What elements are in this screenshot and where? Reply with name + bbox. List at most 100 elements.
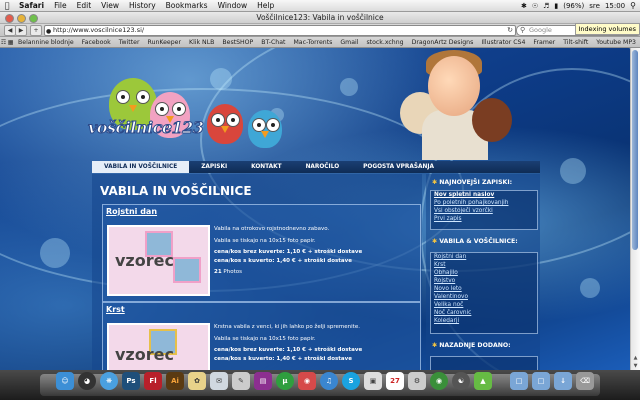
card-thumbnail[interactable]: vzorec: [107, 225, 210, 296]
bookmark-item[interactable]: stock.xchng: [362, 39, 407, 46]
sidebar-link[interactable]: Rojstvo: [431, 277, 537, 285]
clock-day[interactable]: sre: [589, 2, 600, 10]
sidebar-link[interactable]: Po poletnih pohajkovanjih: [431, 199, 537, 207]
calendar-icon[interactable]: 27: [386, 372, 404, 390]
bookmark-item[interactable]: RunKeeper: [144, 39, 186, 46]
tab-pogosta-vprasanja[interactable]: POGOSTA VPRAŠANJA: [351, 161, 446, 173]
bookmark-item[interactable]: Youtube MP3: [592, 39, 640, 46]
photoshop-icon[interactable]: Ps: [122, 372, 140, 390]
sidebar-link[interactable]: Vsi obstoječi vzorčki: [431, 207, 537, 215]
flash-icon[interactable]: Fl: [144, 372, 162, 390]
tab-narocilo[interactable]: NAROČILO: [294, 161, 352, 173]
app-icon[interactable]: ▲: [474, 372, 492, 390]
illustrator-icon[interactable]: Ai: [166, 372, 184, 390]
bluetooth-icon[interactable]: ✱: [521, 2, 527, 10]
utorrent-icon[interactable]: µ: [276, 372, 294, 390]
bookmark-item[interactable]: DragonArtz Designs: [408, 39, 478, 46]
folder-icon[interactable]: □: [510, 372, 528, 390]
menu-bookmarks[interactable]: Bookmarks: [161, 1, 213, 10]
header-photo: [400, 48, 514, 160]
sidebar-link[interactable]: Prvi zapis: [431, 215, 537, 223]
photos-icon[interactable]: ✿: [188, 372, 206, 390]
card-title-link[interactable]: Rojstni dan: [106, 207, 157, 216]
bookmark-item[interactable]: Tilt-shift: [559, 39, 592, 46]
sidebar-link[interactable]: Koledarji: [431, 317, 537, 325]
browser-toolbar: ◀ ▶ + ● http://www.voscilnice123.si/ ↻ ⚲…: [0, 24, 640, 37]
safari-icon[interactable]: ❋: [100, 372, 118, 390]
app-icon[interactable]: ◉: [430, 372, 448, 390]
tool-icon[interactable]: ✎: [232, 372, 250, 390]
forward-button[interactable]: ▶: [15, 25, 27, 36]
sidebar-link[interactable]: Obhajilo: [431, 269, 537, 277]
menu-view[interactable]: View: [96, 1, 124, 10]
top-sites-icon[interactable]: ▦: [7, 39, 14, 46]
app-icon[interactable]: ◉: [298, 372, 316, 390]
volume-icon[interactable]: ♬: [543, 2, 549, 10]
trash-icon[interactable]: ⌫: [576, 372, 594, 390]
page-scrollbar[interactable]: ▲ ▼: [630, 48, 640, 370]
apple-icon[interactable]: : [0, 1, 14, 10]
menu-file[interactable]: File: [49, 1, 72, 10]
menu-history[interactable]: History: [124, 1, 161, 10]
bookmark-item[interactable]: Mac-Torrents: [289, 39, 336, 46]
window-titlebar: Voščilnice123: Vabila in voščilnice Inde…: [0, 12, 640, 35]
sidebar-link[interactable]: Rojstni dan: [431, 253, 537, 261]
tab-kontakt[interactable]: KONTAKT: [239, 161, 293, 173]
bokeh-light: [40, 238, 70, 268]
tab-vabila[interactable]: VABILA IN VOŠČILNICE: [92, 161, 190, 173]
bookmark-item[interactable]: Gmail: [336, 39, 362, 46]
star-icon: ✱: [432, 342, 438, 349]
battery-icon[interactable]: ▮: [554, 2, 558, 10]
bookmark-item[interactable]: BestSHOP: [218, 39, 257, 46]
address-bar[interactable]: ● http://www.voscilnice123.si/ ↻: [44, 25, 516, 36]
spotlight-icon[interactable]: ⚲: [630, 1, 636, 10]
scrollbar-thumb[interactable]: [632, 50, 638, 250]
app-icon[interactable]: ⚙: [408, 372, 426, 390]
battery-percent: (96%): [563, 1, 585, 10]
reload-icon[interactable]: ↻: [507, 26, 513, 35]
bookmark-item[interactable]: Facebook: [78, 39, 115, 46]
finder-icon[interactable]: ☺: [56, 372, 74, 390]
bokeh-light: [210, 68, 232, 90]
sample-watermark: vzorec: [115, 345, 174, 364]
menu-help[interactable]: Help: [252, 1, 279, 10]
price-line: cena/kos s kuverto: 1,40 € + stroški dos…: [214, 257, 352, 264]
wifi-icon[interactable]: ☉: [532, 2, 538, 10]
folder-icon[interactable]: □: [532, 372, 550, 390]
tab-zapiski[interactable]: ZAPISKI: [189, 161, 239, 173]
site-logo-text[interactable]: voščilnice123: [87, 118, 204, 138]
price-line: cena/kos s kuverto: 1,40 € + stroški dos…: [214, 355, 352, 362]
sidebar-link[interactable]: Nov spletni naslov: [431, 191, 537, 199]
bookmark-item[interactable]: BT-Chat: [257, 39, 289, 46]
bookmark-item[interactable]: Illustrator CS4: [477, 39, 529, 46]
card-title-link[interactable]: Krst: [106, 305, 125, 314]
card-thumbnail[interactable]: vzorec: [107, 323, 210, 377]
scroll-arrows[interactable]: ▲ ▼: [631, 354, 640, 370]
downloads-icon[interactable]: ↓: [554, 372, 572, 390]
menu-window[interactable]: Window: [213, 1, 253, 10]
preview-icon[interactable]: ▣: [364, 372, 382, 390]
mail-icon[interactable]: ✉: [210, 372, 228, 390]
card-text: Vabila na otrokovo rojstnodnevno zabavo.: [214, 226, 330, 232]
bookmark-item[interactable]: Framer: [529, 39, 559, 46]
sidebar-link[interactable]: Novo leto: [431, 285, 537, 293]
add-bookmark-button[interactable]: +: [30, 25, 42, 36]
app-menu[interactable]: Safari: [14, 1, 49, 10]
app-icon[interactable]: ▤: [254, 372, 272, 390]
bookmarks-book-icon[interactable]: ☶: [0, 39, 7, 46]
clock-time[interactable]: 15:00: [605, 2, 625, 10]
itunes-icon[interactable]: ♫: [320, 372, 338, 390]
skype-icon[interactable]: S: [342, 372, 360, 390]
sidebar-link[interactable]: Noč čarovnic: [431, 309, 537, 317]
sidebar-link[interactable]: Valentinovo: [431, 293, 537, 301]
bookmark-item[interactable]: Twitter: [115, 39, 144, 46]
owl-blue-logo: [248, 110, 282, 148]
menu-edit[interactable]: Edit: [72, 1, 97, 10]
sidebar-link[interactable]: Krst: [431, 261, 537, 269]
favicon-icon: ●: [46, 28, 52, 35]
bookmark-item[interactable]: Klik NLB: [185, 39, 218, 46]
bookmark-item[interactable]: Belannine blodnje: [14, 39, 78, 46]
app-icon[interactable]: ☯: [452, 372, 470, 390]
sidebar-link[interactable]: Velika noč: [431, 301, 537, 309]
dashboard-icon[interactable]: ◕: [78, 372, 96, 390]
